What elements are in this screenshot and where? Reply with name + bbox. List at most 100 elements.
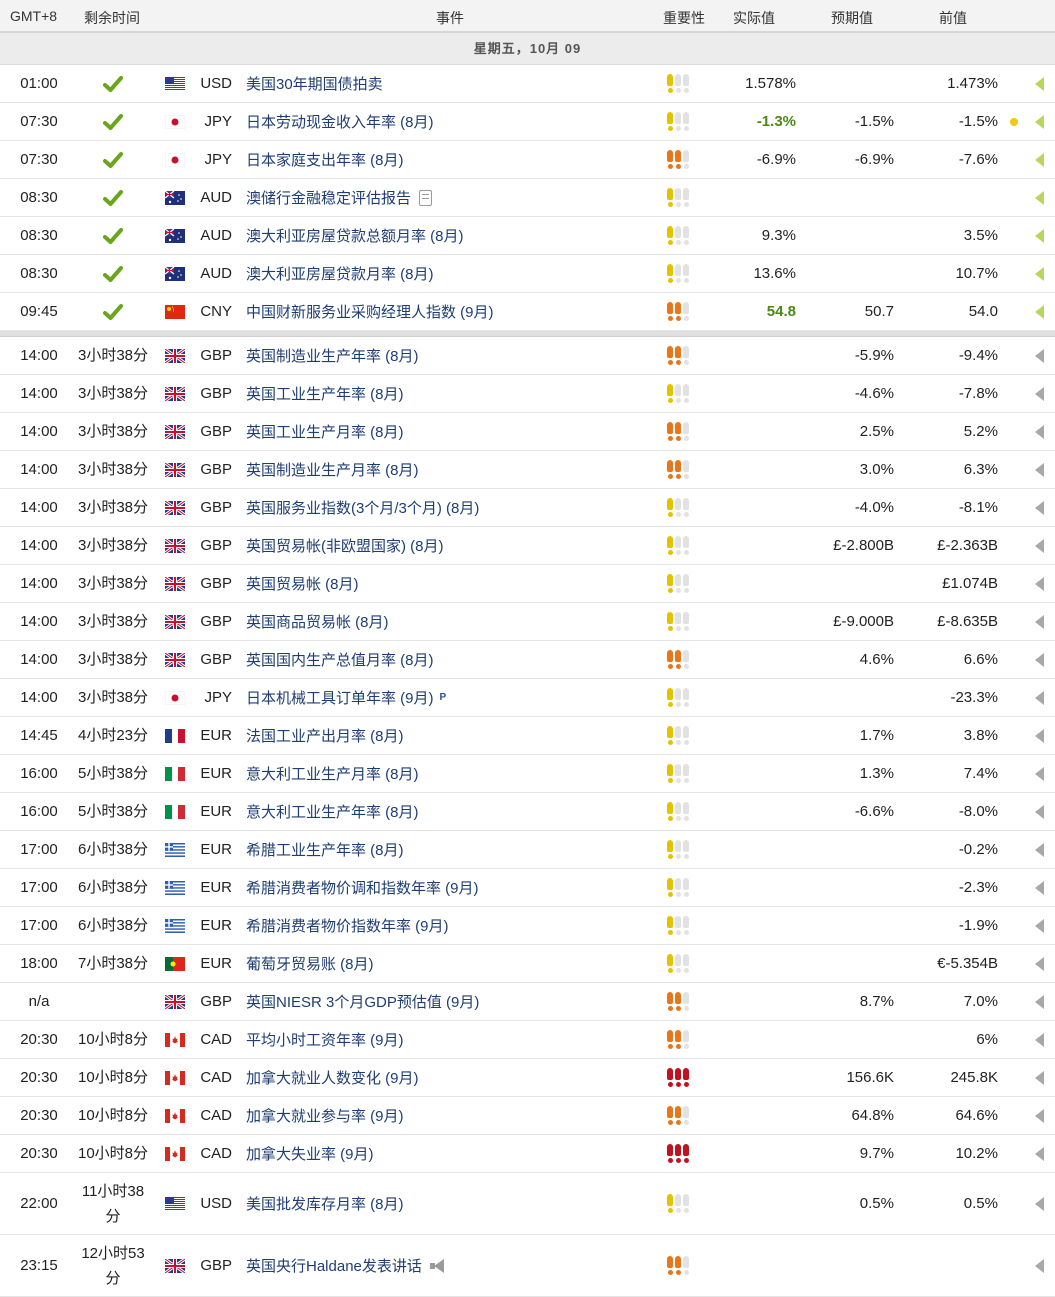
event-link[interactable]: 美国30年期国债拍卖	[246, 65, 656, 102]
table-row[interactable]: 14:00 3小时38分 GBP 英国贸易帐 (8月) £1.074B	[0, 565, 1055, 603]
table-row[interactable]: 14:00 3小时38分 GBP 英国制造业生产月率 (8月) 3.0% 6.3…	[0, 451, 1055, 489]
event-link[interactable]: 英国贸易帐 (8月)	[246, 565, 656, 602]
event-link[interactable]: 英国贸易帐(非欧盟国家) (8月)	[246, 527, 656, 564]
expand-arrow-icon[interactable]	[1032, 337, 1046, 374]
expand-arrow-icon[interactable]	[1032, 603, 1046, 640]
event-link[interactable]: 澳储行金融稳定评估报告	[246, 179, 656, 216]
event-link[interactable]: 希腊消费者物价调和指数年率 (9月)	[246, 869, 656, 906]
table-row[interactable]: 07:30 JPY 日本家庭支出年率 (8月) -6.9% -6.9% -7.6…	[0, 141, 1055, 179]
event-link[interactable]: 葡萄牙贸易账 (8月)	[246, 945, 656, 982]
expand-arrow-icon[interactable]	[1032, 907, 1046, 944]
previous-value: -0.2%	[958, 841, 998, 858]
importance-mark	[667, 574, 673, 593]
expand-arrow-icon[interactable]	[1032, 217, 1046, 254]
table-row[interactable]: 17:00 6小时38分 EUR 希腊消费者物价指数年率 (9月) -1.9%	[0, 907, 1055, 945]
expand-arrow-icon[interactable]	[1032, 1173, 1046, 1234]
table-row[interactable]: 17:00 6小时38分 EUR 希腊消费者物价调和指数年率 (9月) -2.3…	[0, 869, 1055, 907]
event-link[interactable]: 澳大利亚房屋贷款总额月率 (8月)	[246, 217, 656, 254]
event-link[interactable]: 日本劳动现金收入年率 (8月)	[246, 103, 656, 140]
event-link[interactable]: 中国财新服务业采购经理人指数 (9月)	[246, 293, 656, 330]
table-row[interactable]: 14:00 3小时38分 GBP 英国工业生产年率 (8月) -4.6% -7.…	[0, 375, 1055, 413]
table-row[interactable]: 14:00 3小时38分 GBP 英国国内生产总值月率 (8月) 4.6% 6.…	[0, 641, 1055, 679]
table-row[interactable]: 01:00 USD 美国30年期国债拍卖 1.578% 1.473%	[0, 65, 1055, 103]
table-row[interactable]: 20:30 10小时8分 CAD 加拿大就业参与率 (9月) 64.8% 64.…	[0, 1097, 1055, 1135]
event-link[interactable]: 英国工业生产年率 (8月)	[246, 375, 656, 412]
expand-arrow-icon[interactable]	[1032, 527, 1046, 564]
event-link[interactable]: 加拿大就业人数变化 (9月)	[246, 1059, 656, 1096]
expand-arrow-icon[interactable]	[1032, 451, 1046, 488]
expand-arrow-icon[interactable]	[1032, 565, 1046, 602]
table-row[interactable]: 16:00 5小时38分 EUR 意大利工业生产月率 (8月) 1.3% 7.4…	[0, 755, 1055, 793]
event-link[interactable]: 英国商品贸易帐 (8月)	[246, 603, 656, 640]
table-row[interactable]: 14:00 3小时38分 GBP 英国工业生产月率 (8月) 2.5% 5.2%	[0, 413, 1055, 451]
expand-arrow-icon[interactable]	[1032, 679, 1046, 716]
expand-arrow-icon[interactable]	[1032, 755, 1046, 792]
event-link[interactable]: 日本机械工具订单年率 (9月) P	[246, 679, 656, 716]
table-row[interactable]: 17:00 6小时38分 EUR 希腊工业生产年率 (8月) -0.2%	[0, 831, 1055, 869]
expand-arrow-icon[interactable]	[1032, 793, 1046, 830]
table-row[interactable]: 07:30 JPY 日本劳动现金收入年率 (8月) -1.3% -1.5% -1…	[0, 103, 1055, 141]
revised-indicator	[1010, 103, 1020, 140]
expand-arrow-icon[interactable]	[1032, 413, 1046, 450]
table-row[interactable]: 08:30 AUD 澳大利亚房屋贷款月率 (8月) 13.6% 10.7%	[0, 255, 1055, 293]
event-link[interactable]: 英国制造业生产年率 (8月)	[246, 337, 656, 374]
expand-arrow-icon[interactable]	[1032, 1135, 1046, 1172]
event-link[interactable]: 美国批发库存月率 (8月)	[246, 1173, 656, 1234]
event-link[interactable]: 英国工业生产月率 (8月)	[246, 413, 656, 450]
expand-arrow-icon[interactable]	[1032, 141, 1046, 178]
flag-uk-icon	[164, 983, 185, 1020]
event-link[interactable]: 加拿大就业参与率 (9月)	[246, 1097, 656, 1134]
table-row[interactable]: 09:45 CNY 中国财新服务业采购经理人指数 (9月) 54.8 50.7 …	[0, 293, 1055, 331]
table-row[interactable]: 14:00 3小时38分 GBP 英国服务业指数(3个月/3个月) (8月) -…	[0, 489, 1055, 527]
table-row[interactable]: 18:00 7小时38分 EUR 葡萄牙贸易账 (8月) €-5.354B	[0, 945, 1055, 983]
expand-arrow-icon[interactable]	[1032, 945, 1046, 982]
table-row[interactable]: 08:30 AUD 澳大利亚房屋贷款总额月率 (8月) 9.3% 3.5%	[0, 217, 1055, 255]
event-link[interactable]: 法国工业产出月率 (8月)	[246, 717, 656, 754]
forecast-value	[800, 907, 894, 944]
document-icon[interactable]	[419, 189, 433, 206]
expand-arrow-icon[interactable]	[1032, 179, 1046, 216]
table-row[interactable]: 14:00 3小时38分 GBP 英国贸易帐(非欧盟国家) (8月) £-2.8…	[0, 527, 1055, 565]
table-row[interactable]: 16:00 5小时38分 EUR 意大利工业生产年率 (8月) -6.6% -8…	[0, 793, 1055, 831]
table-row[interactable]: 14:00 3小时38分 GBP 英国制造业生产年率 (8月) -5.9% -9…	[0, 337, 1055, 375]
expand-arrow-icon[interactable]	[1032, 641, 1046, 678]
expand-arrow-icon[interactable]	[1032, 869, 1046, 906]
event-link[interactable]: 希腊消费者物价指数年率 (9月)	[246, 907, 656, 944]
event-link[interactable]: 英国制造业生产月率 (8月)	[246, 451, 656, 488]
expand-arrow-icon[interactable]	[1032, 1059, 1046, 1096]
expand-arrow-icon[interactable]	[1032, 1021, 1046, 1058]
table-row[interactable]: 14:00 3小时38分 GBP 英国商品贸易帐 (8月) £-9.000B £…	[0, 603, 1055, 641]
expand-arrow-icon[interactable]	[1032, 831, 1046, 868]
event-link[interactable]: 英国服务业指数(3个月/3个月) (8月)	[246, 489, 656, 526]
table-row[interactable]: 22:00 11小时38 分 USD 美国批发库存月率 (8月) 0.5% 0.5…	[0, 1173, 1055, 1235]
table-row[interactable]: 14:00 3小时38分 JPY 日本机械工具订单年率 (9月) P -23.3%	[0, 679, 1055, 717]
event-link[interactable]: 加拿大失业率 (9月)	[246, 1135, 656, 1172]
expand-arrow-icon[interactable]	[1032, 375, 1046, 412]
event-link[interactable]: 澳大利亚房屋贷款月率 (8月)	[246, 255, 656, 292]
expand-arrow-icon[interactable]	[1032, 293, 1046, 330]
table-row[interactable]: 08:30 AUD 澳储行金融稳定评估报告	[0, 179, 1055, 217]
expand-arrow-icon[interactable]	[1032, 1235, 1046, 1296]
expand-arrow-icon[interactable]	[1032, 983, 1046, 1020]
table-row[interactable]: n/a GBP 英国NIESR 3个月GDP预估值 (9月) 8.7% 7.0%	[0, 983, 1055, 1021]
table-row[interactable]: 23:15 12小时53 分 GBP 英国央行Haldane发表讲话	[0, 1235, 1055, 1297]
table-row[interactable]: 14:45 4小时23分 EUR 法国工业产出月率 (8月) 1.7% 3.8%	[0, 717, 1055, 755]
expand-arrow-icon[interactable]	[1032, 65, 1046, 102]
expand-arrow-icon[interactable]	[1032, 255, 1046, 292]
event-link[interactable]: 英国央行Haldane发表讲话	[246, 1235, 656, 1296]
event-link[interactable]: 意大利工业生产年率 (8月)	[246, 793, 656, 830]
table-row[interactable]: 20:30 10小时8分 CAD 加拿大失业率 (9月) 9.7% 10.2%	[0, 1135, 1055, 1173]
event-link[interactable]: 日本家庭支出年率 (8月)	[246, 141, 656, 178]
expand-arrow-icon[interactable]	[1032, 717, 1046, 754]
expand-arrow-icon[interactable]	[1032, 103, 1046, 140]
event-link[interactable]: 意大利工业生产月率 (8月)	[246, 755, 656, 792]
table-row[interactable]: 20:30 10小时8分 CAD 加拿大就业人数变化 (9月) 156.6K 2…	[0, 1059, 1055, 1097]
timezone-header[interactable]: GMT+8	[10, 8, 57, 24]
event-link[interactable]: 英国国内生产总值月率 (8月)	[246, 641, 656, 678]
event-link[interactable]: 英国NIESR 3个月GDP预估值 (9月)	[246, 983, 656, 1020]
expand-arrow-icon[interactable]	[1032, 489, 1046, 526]
expand-arrow-icon[interactable]	[1032, 1097, 1046, 1134]
event-link[interactable]: 希腊工业生产年率 (8月)	[246, 831, 656, 868]
event-link[interactable]: 平均小时工资年率 (9月)	[246, 1021, 656, 1058]
table-row[interactable]: 20:30 10小时8分 CAD 平均小时工资年率 (9月) 6%	[0, 1021, 1055, 1059]
